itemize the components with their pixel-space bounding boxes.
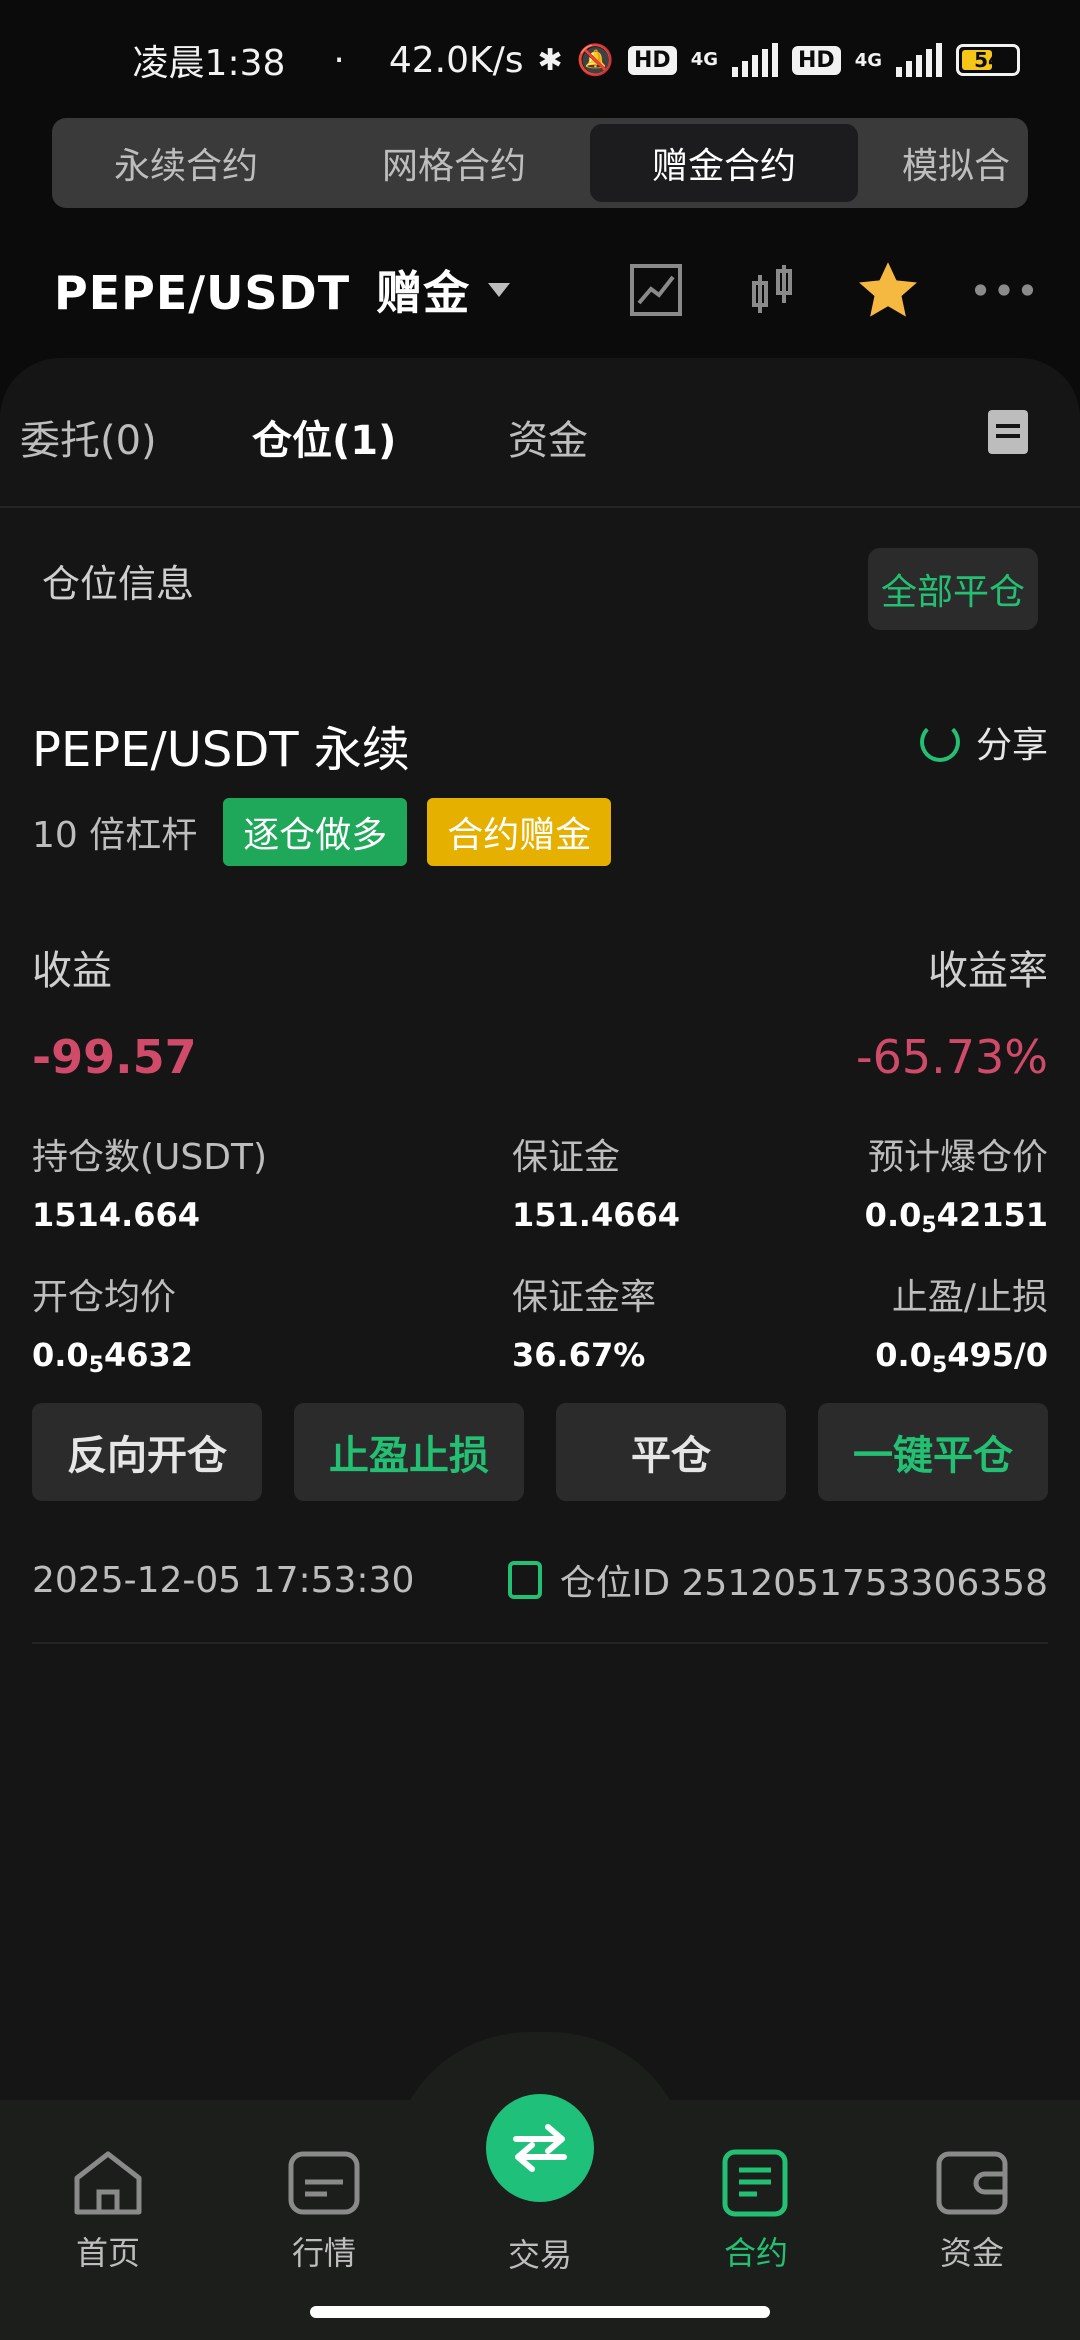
nav-trade-button[interactable] — [486, 2094, 594, 2202]
section-title: 仓位信息 — [42, 562, 195, 606]
position-id: 仓位ID 2512051753306358 — [559, 1563, 1048, 1604]
share-button[interactable]: 分享 — [919, 716, 1048, 768]
network-type-1: 4G — [690, 49, 718, 70]
nav-assets[interactable]: 资金 — [892, 2148, 1052, 2274]
tp-sl-label: 止盈/止损 — [891, 1277, 1048, 1318]
margin-rate-label: 保证金率 — [512, 1277, 657, 1318]
pnl-rate-value: -65.73% — [856, 1030, 1048, 1084]
position-timestamp: 2025-12-05 17:53:30 — [32, 1559, 415, 1601]
leverage-row: 10 倍杠杆 逐仓做多 合约赠金 — [32, 798, 612, 866]
status-time: 凌晨1:38 — [132, 43, 286, 84]
reverse-open-button[interactable]: 反向开仓 — [32, 1403, 262, 1501]
nav-trade-label: 交易 — [507, 2236, 572, 2274]
pnl-rate-label: 收益率 — [928, 948, 1048, 994]
contract-type-tabs: 永续合约 网格合约 赠金合约 模拟合 — [52, 118, 1028, 208]
nav-home-label: 首页 — [75, 2234, 140, 2272]
home-icon — [74, 2151, 142, 2215]
bluetooth-icon: ✱ — [537, 42, 563, 78]
network-speed: 42.0K/s — [388, 39, 524, 81]
tab-bonus[interactable]: 赠金合约 — [590, 124, 858, 202]
market-icon — [288, 2151, 360, 2215]
tab-positions[interactable]: 仓位(1) — [252, 408, 396, 466]
tp-sl-button[interactable]: 止盈止损 — [294, 1403, 524, 1501]
document-list-icon[interactable] — [988, 410, 1028, 454]
network-type-2: 4G — [854, 49, 882, 71]
position-size-label: 持仓数(USDT) — [32, 1137, 268, 1178]
wallet-icon — [936, 2151, 1008, 2215]
position-actions: 反向开仓 止盈止损 平仓 一键平仓 — [32, 1403, 1048, 1501]
star-icon[interactable] — [858, 260, 918, 320]
signal-icon-2 — [896, 43, 942, 77]
entry-price-label: 开仓均价 — [32, 1277, 177, 1318]
candlestick-icon[interactable] — [742, 260, 802, 320]
pair-name: PEPE/USDT — [54, 266, 351, 320]
copy-icon[interactable] — [507, 1561, 542, 1599]
home-indicator[interactable] — [310, 2306, 770, 2318]
close-position-button[interactable]: 平仓 — [556, 1403, 786, 1501]
share-icon — [919, 722, 960, 762]
pnl-value: -99.57 — [32, 1030, 197, 1084]
status-bar: 凌晨1:38 · 42.0K/s ✱ 🔕 HD 4G HD 4G 54 — [0, 0, 1080, 120]
pair-header: PEPE/USDT 赠金 — [54, 250, 1034, 330]
more-icon[interactable] — [974, 260, 1034, 320]
nav-assets-label: 资金 — [939, 2234, 1004, 2272]
hd-icon: HD — [628, 45, 677, 75]
margin-value: 151.4664 — [512, 1196, 681, 1234]
tab-perpetual[interactable]: 永续合约 — [52, 124, 320, 202]
tab-orders[interactable]: 委托(0) — [20, 408, 157, 466]
liquidation-price-label: 预计爆仓价 — [867, 1137, 1048, 1178]
tp-sl-value: 0.05495/0 — [875, 1336, 1048, 1378]
nav-market-label: 行情 — [291, 2234, 356, 2272]
pnl-label: 收益 — [32, 948, 112, 994]
nav-home[interactable]: 首页 — [28, 2148, 188, 2274]
position-meta: 2025-12-05 17:53:30 仓位ID 251205175330635… — [32, 1550, 1048, 1610]
side-badge: 逐仓做多 — [223, 798, 408, 866]
bell-muted-icon: 🔕 — [576, 42, 614, 78]
position-size-value: 1514.664 — [32, 1196, 201, 1234]
pair-selector[interactable]: PEPE/USDT 赠金 — [54, 257, 470, 323]
battery-icon: 54 — [956, 44, 1020, 76]
tab-grid[interactable]: 网格合约 — [320, 124, 588, 202]
status-dot: · — [333, 39, 345, 81]
nav-market[interactable]: 行情 — [244, 2148, 404, 2274]
line-chart-icon[interactable] — [626, 260, 686, 320]
nav-contract-label: 合约 — [723, 2234, 788, 2272]
leverage-label: 10 倍杠杆 — [32, 815, 198, 856]
nav-contract[interactable]: 合约 — [676, 2148, 836, 2274]
swap-icon — [513, 2124, 567, 2172]
tab-funds[interactable]: 资金 — [508, 408, 588, 466]
bonus-badge: 合约赠金 — [427, 798, 612, 866]
margin-rate-value: 36.67% — [512, 1336, 646, 1374]
tab-simulated[interactable]: 模拟合 — [858, 124, 1028, 202]
contract-icon — [722, 2149, 788, 2217]
pair-mode: 赠金 — [376, 266, 471, 320]
entry-price-value: 0.054632 — [32, 1336, 194, 1378]
position-title: PEPE/USDT 永续 — [32, 722, 410, 778]
one-click-close-button[interactable]: 一键平仓 — [818, 1403, 1048, 1501]
share-label: 分享 — [975, 725, 1048, 766]
margin-label: 保证金 — [512, 1137, 621, 1178]
signal-icon-1 — [732, 43, 778, 77]
divider — [32, 1642, 1048, 1644]
order-tabs: 委托(0) 仓位(1) 资金 — [0, 358, 1080, 508]
liquidation-price-value: 0.0542151 — [864, 1196, 1048, 1238]
hd-icon-2: HD — [792, 45, 841, 75]
chevron-down-icon[interactable] — [488, 283, 511, 297]
positions-card: 委托(0) 仓位(1) 资金 仓位信息 全部平仓 PEPE/USDT 永续 分享… — [0, 358, 1080, 2158]
close-all-button[interactable]: 全部平仓 — [868, 548, 1038, 630]
